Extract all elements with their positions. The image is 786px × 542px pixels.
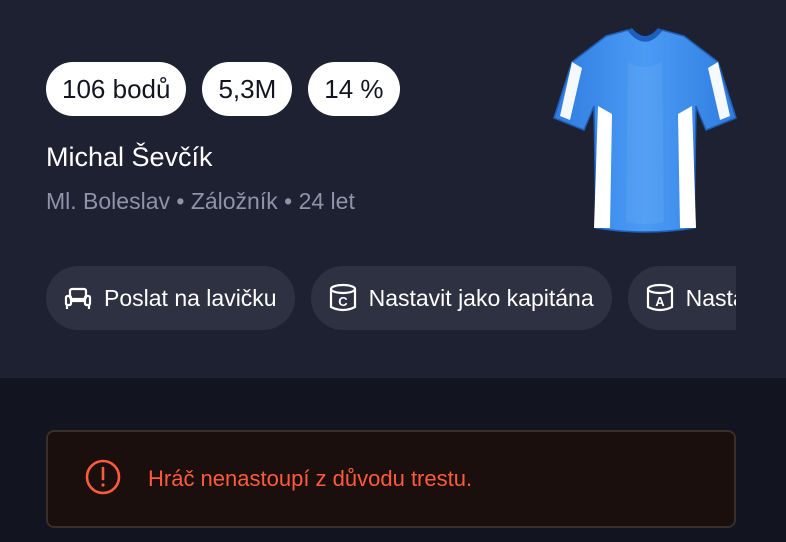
player-header-card: 106 bodů 5,3M 14 % Michal Ševčík Ml. Bol… — [0, 0, 786, 378]
set-assistant-label: Nastavit jako asistenta — [685, 284, 736, 311]
set-captain-label: Nastavit jako kapitána — [368, 284, 594, 311]
price-badge: 5,3M — [202, 62, 293, 116]
assistant-armband-icon: A — [644, 282, 676, 314]
set-captain-button[interactable]: C Nastavit jako kapitána — [310, 266, 612, 330]
player-meta: Ml. Boleslav • Záložník • 24 let — [46, 188, 355, 214]
player-actions: Poslat na lavičku C Nastavit jako kapitá… — [46, 266, 736, 330]
send-to-bench-label: Poslat na lavičku — [104, 284, 277, 311]
set-assistant-button[interactable]: A Nastavit jako asistenta — [627, 266, 736, 330]
send-to-bench-button[interactable]: Poslat na lavičku — [46, 266, 295, 330]
jersey-icon — [540, 22, 750, 242]
points-badge: 106 bodů — [46, 62, 187, 116]
suspension-alert: Hráč nenastoupí z důvodu trestu. — [46, 430, 736, 528]
ownership-badge: 14 % — [308, 62, 400, 116]
svg-text:A: A — [655, 294, 665, 309]
player-name: Michal Ševčík — [46, 142, 213, 172]
bench-icon — [62, 282, 94, 314]
alert-message: Hráč nenastoupí z důvodu trestu. — [148, 466, 473, 491]
svg-text:C: C — [338, 294, 348, 309]
alert-circle-icon — [84, 458, 122, 501]
captain-armband-icon: C — [327, 282, 359, 314]
player-stat-pills: 106 bodů 5,3M 14 % — [46, 62, 400, 116]
